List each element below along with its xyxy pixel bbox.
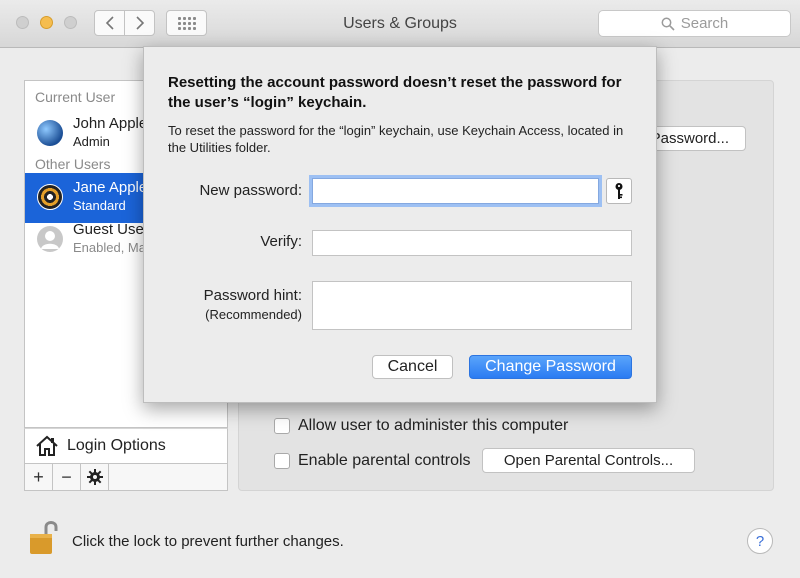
window-title: Users & Groups [343,15,457,32]
person-icon [41,231,59,249]
lock-message: Click the lock to prevent further change… [72,533,344,550]
user-name: Jane Apple [73,179,148,196]
chevron-left-icon [105,16,114,30]
verify-input[interactable] [312,230,632,256]
back-button[interactable] [94,10,125,36]
lock-button[interactable] [28,518,60,561]
parental-controls-checkbox[interactable] [274,453,290,469]
parental-controls-row[interactable]: Enable parental controls [274,452,471,470]
user-role: Admin [73,134,110,149]
new-password-label: New password: [199,182,302,199]
password-assistant-button[interactable] [606,178,632,204]
help-button[interactable]: ? [747,528,773,554]
password-hint-input[interactable] [312,281,632,330]
gear-icon [86,469,103,485]
change-password-button[interactable]: Change Password [469,355,632,379]
verify-label: Verify: [260,233,302,250]
title-bar: Users & Groups Search [0,0,800,48]
minimize-button[interactable] [40,16,53,29]
allow-admin-checkbox[interactable] [274,418,290,434]
password-hint-label: Password hint: [203,287,302,304]
reset-password-sheet: Resetting the account password doesn’t r… [143,46,657,403]
show-all-button[interactable] [166,10,207,36]
sheet-message: To reset the password for the “login” ke… [168,123,624,155]
chevron-right-icon [135,16,144,30]
house-icon [36,435,58,456]
zoom-button[interactable] [64,16,77,29]
close-button[interactable] [16,16,29,29]
cancel-button[interactable]: Cancel [372,355,453,379]
sheet-title: Resetting the account password doesn’t r… [168,74,622,111]
target-avatar [37,184,63,210]
guest-avatar [37,226,63,252]
user-role: Standard [73,198,126,213]
search-placeholder: Search [680,15,729,32]
user-name: Guest User [73,221,149,238]
current-user-header: Current User [35,89,116,105]
search-icon [661,17,675,31]
remove-user-button[interactable]: − [53,464,81,490]
parental-controls-label: Enable parental controls [298,452,471,469]
add-user-button[interactable]: + [25,464,53,490]
allow-admin-label: Allow user to administer this computer [298,417,569,434]
login-options-label: Login Options [67,437,166,454]
search-field[interactable]: Search [598,10,791,37]
other-users-header: Other Users [35,156,111,172]
password-hint-sublabel: (Recommended) [205,307,302,322]
key-icon [615,183,623,199]
forward-button[interactable] [124,10,155,36]
new-password-input[interactable] [312,178,599,204]
allow-admin-row[interactable]: Allow user to administer this computer [274,417,568,435]
user-name: John Apple [73,115,148,132]
grid-icon [177,16,196,30]
login-options-item[interactable]: Login Options [24,428,228,464]
open-parental-controls-button[interactable]: Open Parental Controls... [482,448,695,473]
globe-avatar [37,120,63,146]
unlocked-padlock-icon [30,521,58,554]
list-toolbar: + − [24,464,228,491]
action-menu-button[interactable] [81,464,109,490]
